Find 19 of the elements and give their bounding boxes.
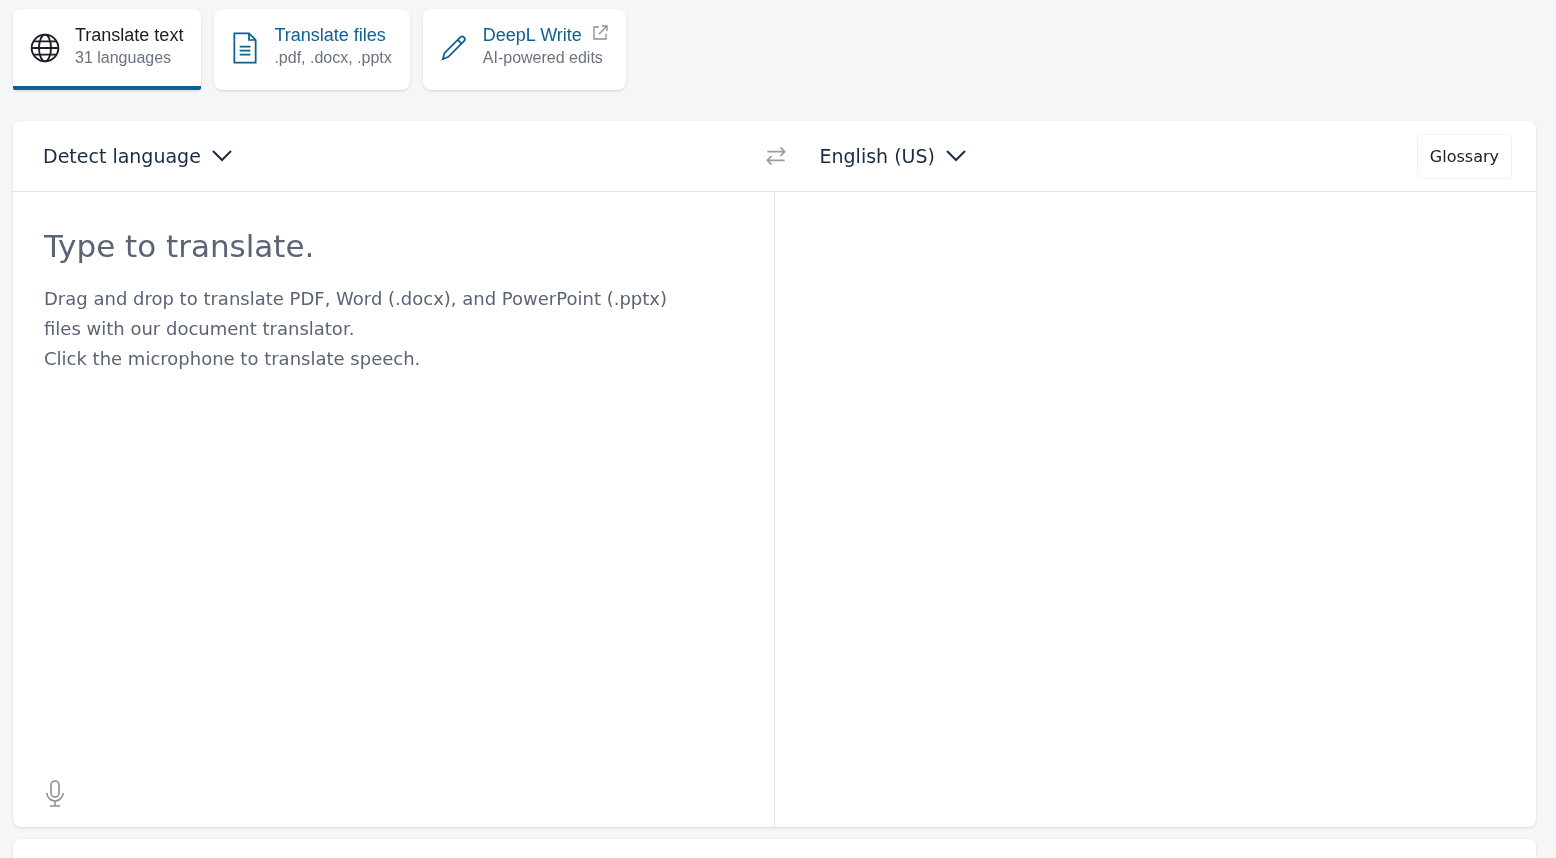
- chevron-down-icon: [944, 149, 967, 163]
- hint-text: Click the microphone to translate speech.: [44, 347, 422, 371]
- glossary-button[interactable]: Glossary: [1416, 133, 1512, 179]
- microphone-icon: [44, 779, 66, 809]
- tab-subtitle: .pdf, .docx, .pptx: [274, 49, 392, 67]
- globe-icon: [29, 32, 61, 64]
- tab-subtitle: 31 languages: [75, 49, 173, 67]
- tab-title: Translate files: [274, 25, 386, 46]
- mode-tab[interactable]: Translate text 31 languages: [13, 9, 202, 90]
- tab-title: Translate text: [75, 25, 184, 46]
- chevron-down-icon: [210, 149, 233, 163]
- hint-text: Drag and drop to translate PDF, Word (.docx), and PowerPoint (.pptx) files with our document translator.: [44, 287, 668, 341]
- source-language-select[interactable]: Detect language: [43, 145, 233, 167]
- target-language-select[interactable]: English (US): [819, 145, 967, 167]
- mode-tab[interactable]: DeepL Write AI-powered edits: [422, 9, 626, 90]
- tab-subtitle: AI-powered edits: [482, 49, 604, 67]
- tab-title: DeepL Write: [482, 25, 582, 46]
- mode-tab[interactable]: Translate files .pdf, .docx, .pptx: [214, 9, 410, 90]
- microphone-button[interactable]: [44, 779, 66, 809]
